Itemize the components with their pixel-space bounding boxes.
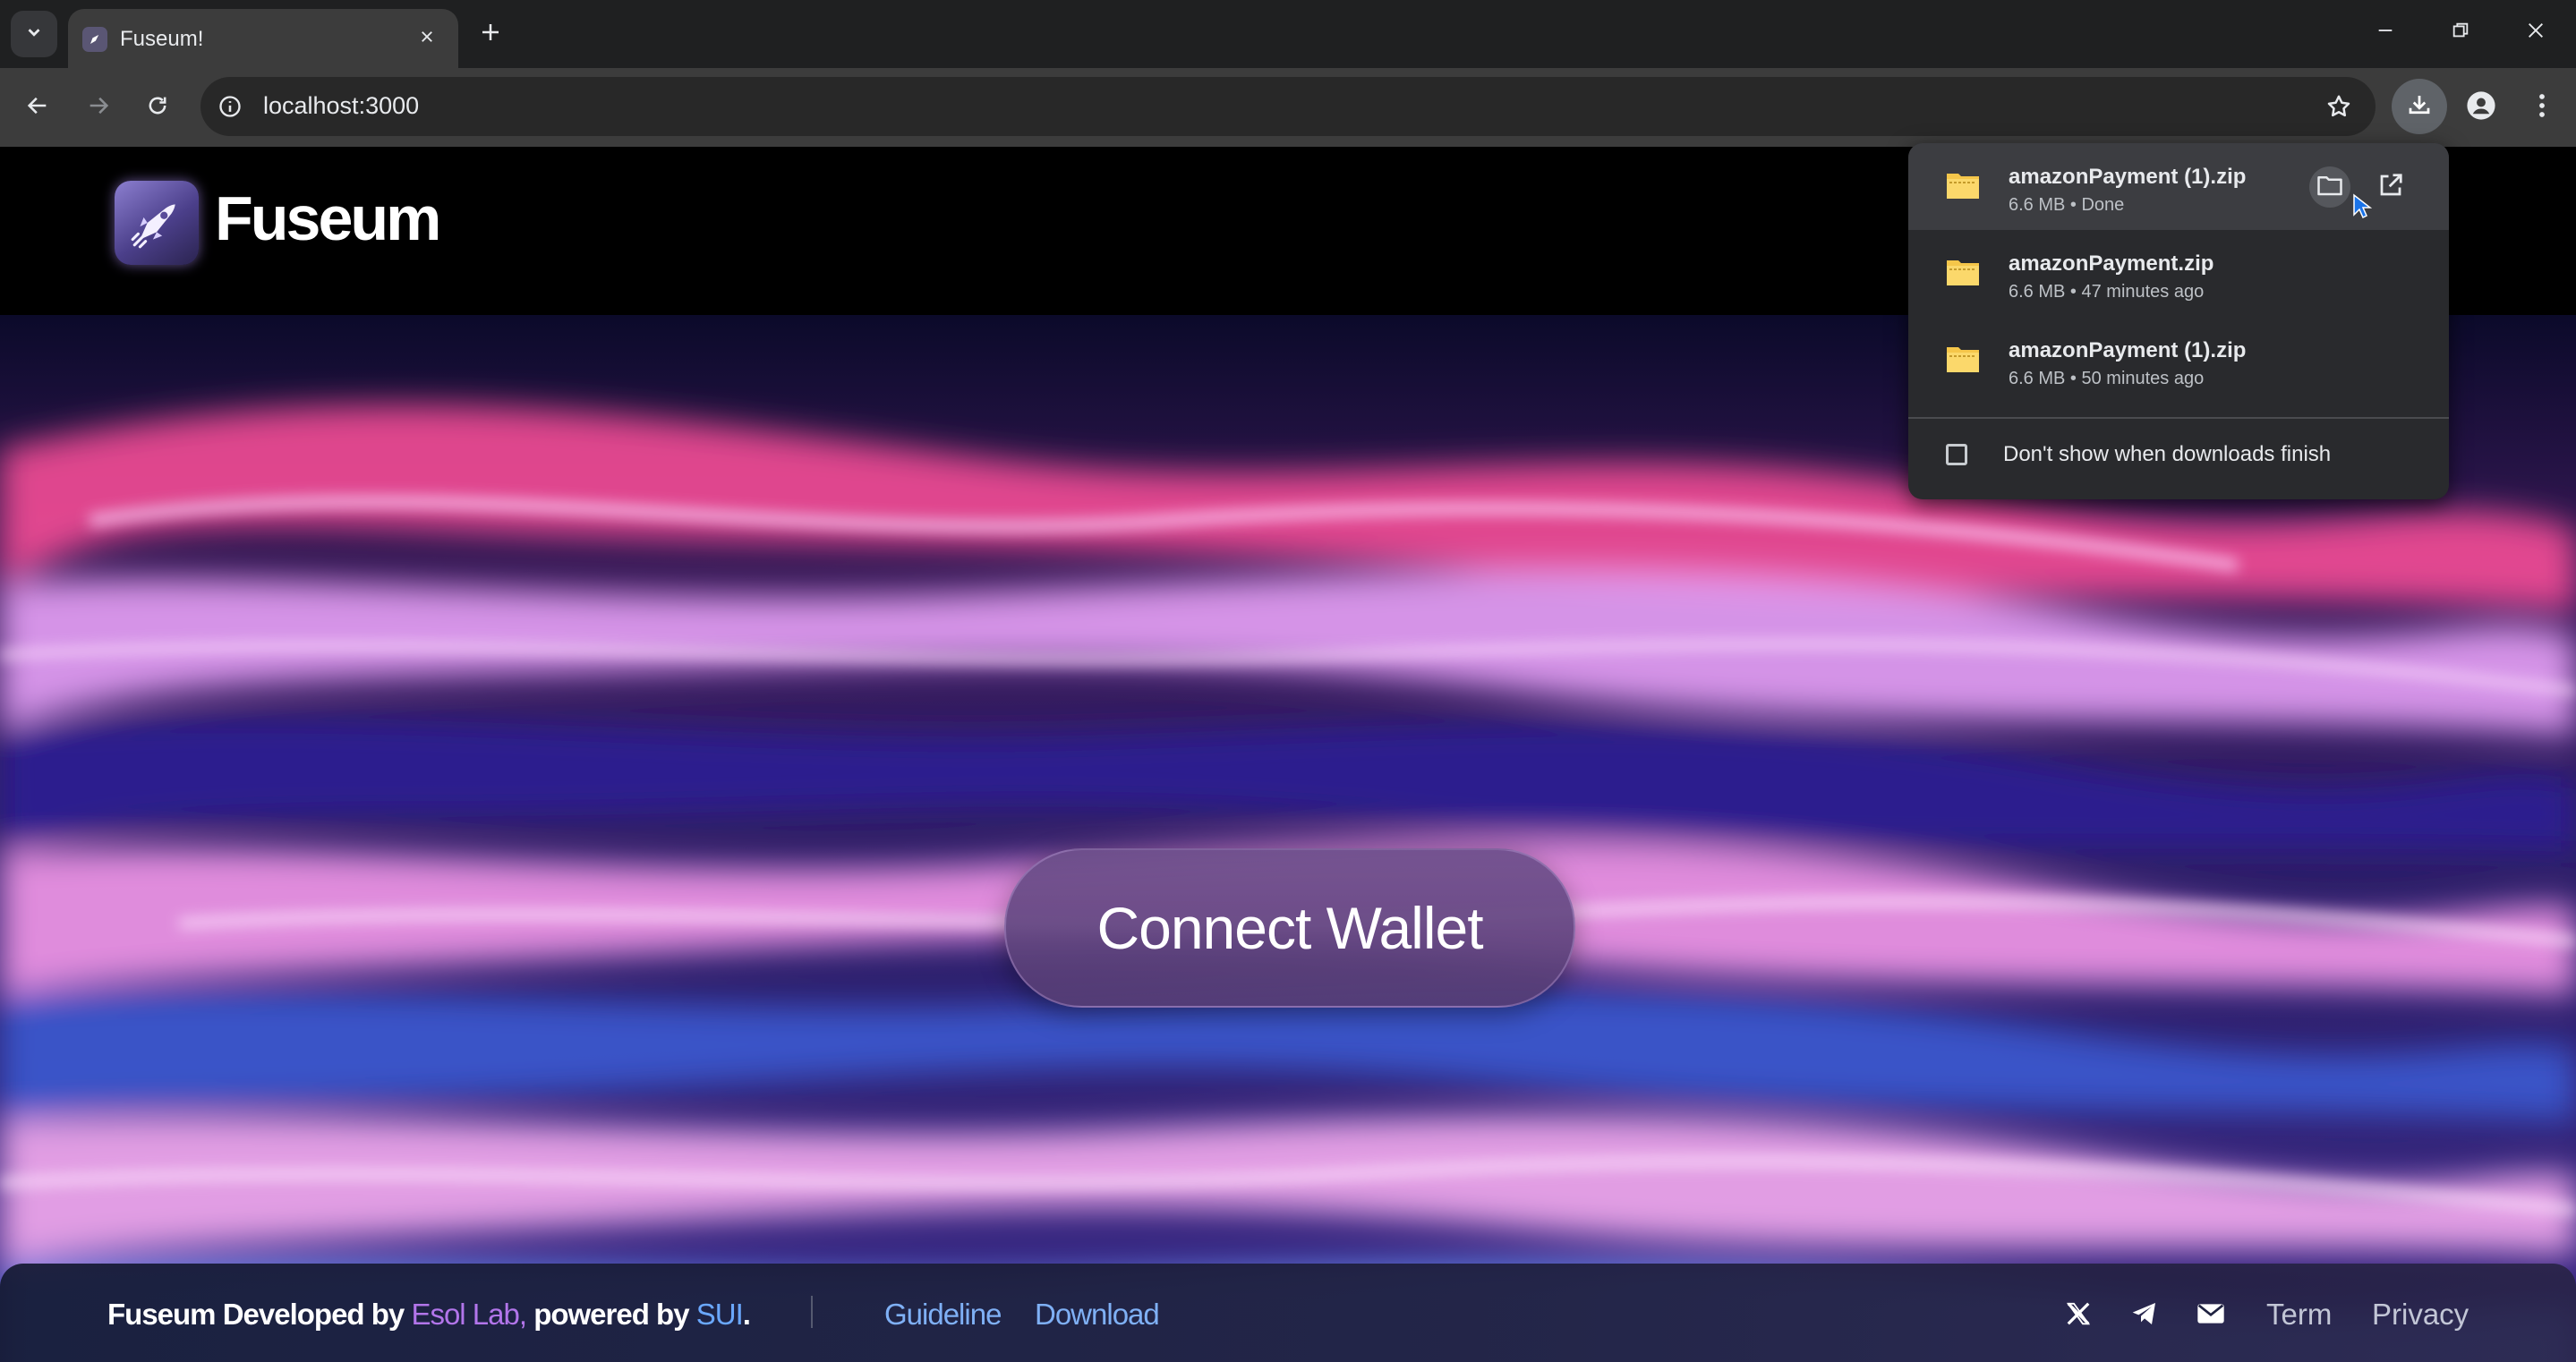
- open-external-icon: [2377, 172, 2404, 203]
- reload-button[interactable]: [136, 86, 179, 129]
- minimize-window-button[interactable]: [2363, 13, 2408, 52]
- dont-show-label[interactable]: Don't show when downloads finish: [2003, 442, 2331, 467]
- download-file-meta: 6.6 MB • Done: [2009, 195, 2125, 215]
- zip-folder-icon: [1947, 174, 1979, 199]
- restore-icon: [2451, 21, 2470, 45]
- tab-search-button[interactable]: [11, 11, 57, 57]
- mouse-cursor-icon: [2353, 193, 2372, 219]
- credit-prefix: Fuseum Developed by: [107, 1298, 412, 1331]
- close-icon: [419, 29, 435, 49]
- zip-folder-icon: [1947, 260, 1979, 285]
- more-vertical-icon: [2538, 92, 2546, 123]
- show-in-folder-button[interactable]: [2309, 166, 2350, 208]
- close-tab-button[interactable]: [412, 23, 442, 54]
- download-link[interactable]: Download: [1035, 1298, 1160, 1332]
- close-window-button[interactable]: [2513, 13, 2558, 52]
- download-file-name: amazonPayment (1).zip: [2009, 165, 2247, 189]
- new-tab-button[interactable]: [473, 16, 508, 52]
- arrow-right-icon: [86, 93, 111, 123]
- bookmark-star-icon[interactable]: [2322, 89, 2356, 123]
- open-file-button[interactable]: [2370, 166, 2411, 208]
- telegram-icon[interactable]: [2127, 1296, 2162, 1332]
- download-file-meta: 6.6 MB • 50 minutes ago: [2009, 369, 2205, 388]
- profile-avatar-icon: [2466, 90, 2496, 125]
- chevron-down-icon: [24, 22, 44, 47]
- tab-strip: Fuseum!: [0, 0, 2576, 68]
- esol-lab-link[interactable]: Esol Lab,: [411, 1298, 527, 1331]
- term-link[interactable]: Term: [2266, 1298, 2332, 1332]
- dont-show-checkbox[interactable]: [1946, 444, 1967, 465]
- folder-icon: [2316, 174, 2343, 201]
- browser-toolbar: localhost:3000: [0, 68, 2576, 147]
- reload-icon: [145, 93, 170, 123]
- minimize-icon: [2376, 21, 2395, 45]
- site-logo-text[interactable]: Fuseum: [215, 183, 441, 254]
- browser-tab[interactable]: Fuseum!: [68, 9, 458, 68]
- address-bar[interactable]: localhost:3000: [200, 77, 2376, 136]
- rocket-logo-icon[interactable]: [115, 181, 199, 265]
- download-file-name: amazonPayment (1).zip: [2009, 338, 2247, 362]
- x-twitter-icon[interactable]: [2060, 1296, 2096, 1332]
- download-file-meta: 6.6 MB • 47 minutes ago: [2009, 282, 2205, 302]
- plus-icon: [480, 21, 501, 47]
- download-item[interactable]: amazonPayment.zip 6.6 MB • 47 minutes ag…: [1908, 230, 2449, 317]
- sui-link[interactable]: SUI: [696, 1298, 744, 1331]
- downloads-divider: [1908, 417, 2449, 419]
- arrow-left-icon: [25, 93, 50, 123]
- downloads-button[interactable]: [2392, 79, 2447, 134]
- site-footer: Fuseum Developed by Esol Lab, powered by…: [0, 1264, 2576, 1362]
- guideline-link[interactable]: Guideline: [884, 1298, 1002, 1332]
- footer-credit: Fuseum Developed by Esol Lab, powered by…: [107, 1298, 751, 1332]
- mail-icon[interactable]: [2193, 1296, 2229, 1332]
- back-button[interactable]: [16, 86, 59, 129]
- footer-divider: [811, 1296, 813, 1328]
- privacy-link[interactable]: Privacy: [2372, 1298, 2469, 1332]
- url-text[interactable]: localhost:3000: [263, 92, 419, 120]
- close-icon: [2526, 21, 2546, 45]
- connect-wallet-button[interactable]: Connect Wallet: [1004, 848, 1575, 1008]
- forward-button[interactable]: [77, 86, 120, 129]
- download-file-name: amazonPayment.zip: [2009, 251, 2214, 276]
- tab-title: Fuseum!: [120, 27, 204, 51]
- zip-folder-icon: [1947, 347, 1979, 372]
- restore-window-button[interactable]: [2438, 13, 2483, 52]
- browser-menu-button[interactable]: [2522, 86, 2562, 129]
- download-item[interactable]: amazonPayment (1).zip 6.6 MB • 50 minute…: [1908, 317, 2449, 404]
- credit-end: .: [742, 1298, 751, 1331]
- credit-mid: powered by: [526, 1298, 696, 1331]
- profile-button[interactable]: [2460, 86, 2503, 129]
- download-icon: [2406, 91, 2433, 123]
- site-info-icon[interactable]: [215, 91, 245, 122]
- site-favicon-icon: [82, 27, 107, 52]
